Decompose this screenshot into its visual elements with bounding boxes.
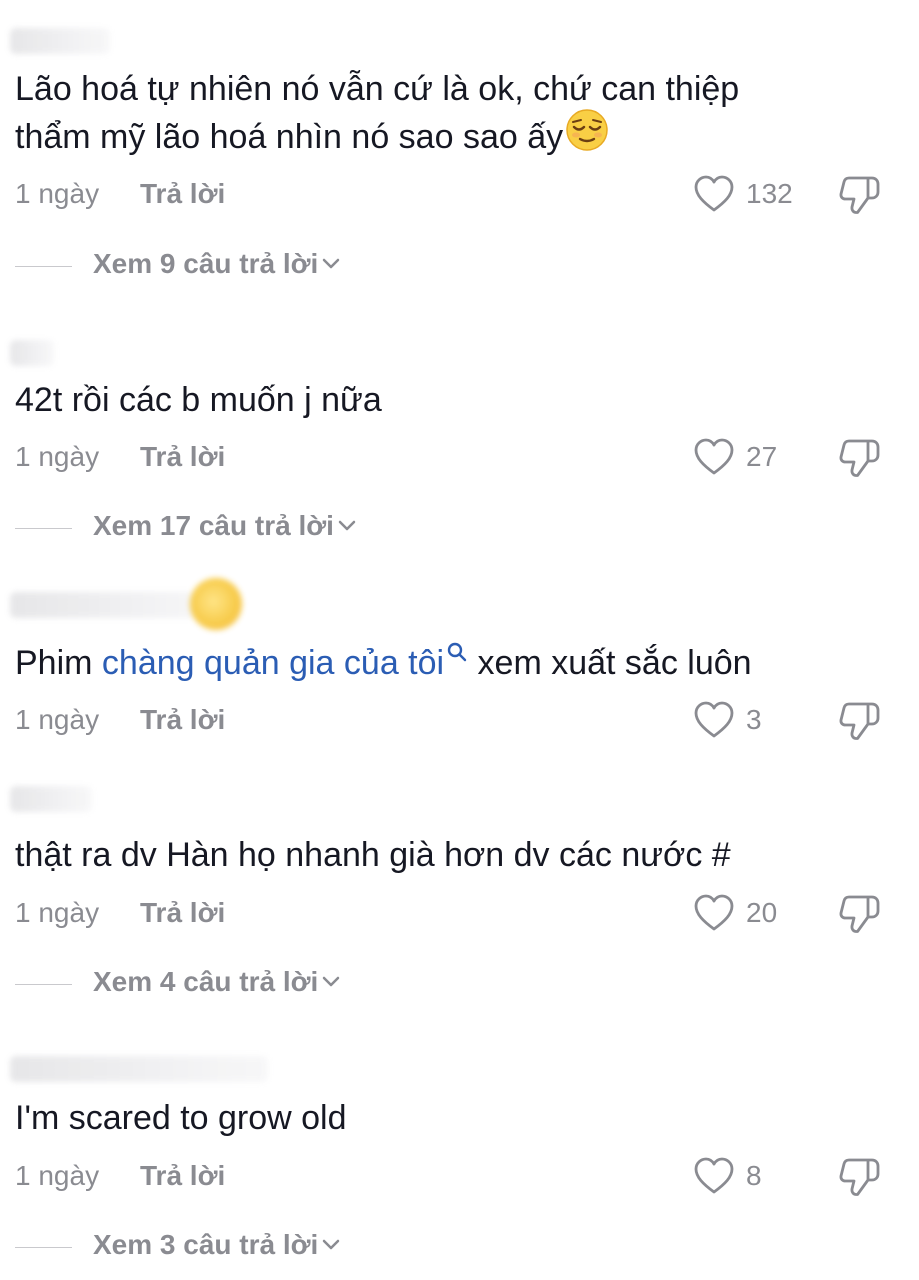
heart-icon[interactable] — [693, 437, 735, 477]
divider-line — [15, 266, 72, 267]
username-emoji-blurred — [190, 578, 242, 630]
username-blurred[interactable] — [10, 1056, 268, 1082]
view-replies-button[interactable]: Xem 9 câu trả lời — [0, 248, 919, 284]
reply-button[interactable]: Trả lời — [140, 441, 225, 473]
comment-text-line: 42t rồi các b muốn j nữa — [15, 381, 382, 419]
view-replies-button[interactable]: Xem 3 câu trả lời — [0, 1229, 919, 1265]
view-replies-label: Xem 9 câu trả lời — [93, 248, 341, 280]
reply-button[interactable]: Trả lời — [140, 704, 225, 736]
view-replies-text: Xem 17 câu trả lời — [93, 510, 334, 541]
divider-line — [15, 528, 72, 529]
chevron-down-icon — [323, 1239, 340, 1249]
view-replies-text: Xem 4 câu trả lời — [93, 966, 319, 997]
comment-time: 1 ngày — [15, 704, 100, 735]
heart-icon[interactable] — [693, 700, 735, 740]
view-replies-button[interactable]: Xem 4 câu trả lời — [0, 966, 919, 1002]
comment-time: 1 ngày — [15, 178, 100, 209]
comment-text: 42t rồi các b muốn j nữa — [15, 377, 382, 423]
divider-line — [15, 1247, 72, 1248]
chevron-down-icon — [323, 258, 340, 268]
search-link[interactable]: chàng quản gia của tôi — [101, 642, 468, 682]
comment-text: thật ra dv Hàn họ nhanh già hơn dv các n… — [15, 832, 731, 878]
dislike-icon[interactable] — [838, 1156, 882, 1198]
dislike-icon[interactable] — [838, 700, 882, 742]
like-count: 8 — [746, 1160, 762, 1191]
comment-time: 1 ngày — [15, 1160, 100, 1191]
comment-text-before: Phim — [15, 644, 102, 682]
username-blurred[interactable] — [10, 28, 110, 54]
comment-meta: 1 ngày Trả lời 27 — [0, 437, 919, 477]
like-count: 3 — [746, 704, 762, 735]
comment-text: I'm scared to grow old — [15, 1095, 347, 1141]
divider-line — [15, 984, 72, 985]
reply-button[interactable]: Trả lời — [140, 897, 225, 929]
comment-text-line: thật ra dv Hàn họ nhanh già hơn dv các n… — [15, 836, 731, 874]
view-replies-label: Xem 3 câu trả lời — [93, 1229, 341, 1261]
like-count: 20 — [746, 897, 778, 928]
like-count: 27 — [746, 441, 778, 472]
heart-icon[interactable] — [693, 893, 735, 933]
chevron-down-icon — [338, 520, 356, 530]
search-link-text: chàng quản gia của tôi — [101, 644, 445, 682]
chevron-down-icon — [323, 976, 340, 986]
dislike-icon[interactable] — [838, 174, 882, 216]
comment-meta: 1 ngày Trả lời 20 — [0, 893, 919, 933]
username-blurred[interactable] — [10, 340, 54, 366]
comment-text-line-2: thẩm mỹ lão hoá nhìn nó sao sao ấy — [15, 118, 564, 156]
reply-button[interactable]: Trả lời — [140, 1160, 225, 1192]
comment-time: 1 ngày — [15, 897, 100, 928]
comment-meta: 1 ngày Trả lời 132 — [0, 174, 919, 214]
search-icon — [447, 642, 467, 662]
comment-meta: 1 ngày Trả lời 3 — [0, 700, 919, 740]
reply-button[interactable]: Trả lời — [140, 178, 225, 210]
comment-text-line-1: Lão hoá tự nhiên nó vẫn cứ là ok, chứ ca… — [15, 70, 740, 108]
view-replies-text: Xem 3 câu trả lời — [93, 1229, 319, 1260]
comment-text-cont: thẩm mỹ lão hoá nhìn nó sao sao ấy — [15, 109, 609, 164]
like-count: 132 — [746, 178, 793, 209]
heart-icon[interactable] — [693, 174, 735, 214]
username-blurred[interactable] — [10, 578, 242, 630]
comment-text-after: xem xuất sắc luôn — [468, 644, 752, 682]
comment-meta: 1 ngày Trả lời 8 — [0, 1156, 919, 1196]
relieved-face-emoji — [565, 108, 609, 164]
comment-time: 1 ngày — [15, 441, 100, 472]
dislike-icon[interactable] — [838, 893, 882, 935]
view-replies-text: Xem 9 câu trả lời — [93, 248, 319, 279]
dislike-icon[interactable] — [838, 437, 882, 479]
comment-text-line: I'm scared to grow old — [15, 1099, 347, 1137]
view-replies-label: Xem 4 câu trả lời — [93, 966, 341, 998]
view-replies-label: Xem 17 câu trả lời — [93, 510, 357, 542]
heart-icon[interactable] — [693, 1156, 735, 1196]
view-replies-button[interactable]: Xem 17 câu trả lời — [0, 510, 919, 546]
comment-text: Phim chàng quản gia của tôi xem xuất sắc… — [15, 640, 752, 686]
username-blurred[interactable] — [10, 786, 92, 812]
comment-text: Lão hoá tự nhiên nó vẫn cứ là ok, chứ ca… — [15, 66, 739, 112]
